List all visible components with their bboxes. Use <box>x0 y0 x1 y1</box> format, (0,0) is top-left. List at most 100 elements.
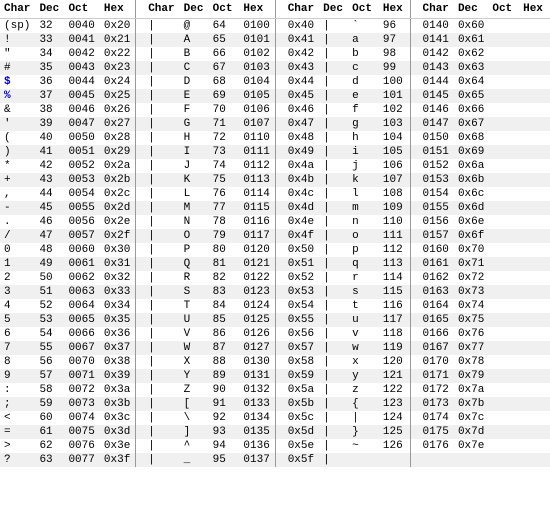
table-cell: F <box>180 103 209 117</box>
table-cell <box>519 103 550 117</box>
table-cell: 0045 <box>64 89 99 103</box>
table-cell: 0130 <box>239 355 275 369</box>
table-cell: | <box>144 397 179 411</box>
table-cell: 1 <box>0 257 35 271</box>
table-cell <box>136 229 145 243</box>
table-cell: | <box>144 411 179 425</box>
table-cell: | <box>144 89 179 103</box>
table-cell: 101 <box>379 89 410 103</box>
table-cell <box>519 439 550 453</box>
table-cell <box>410 159 419 173</box>
table-cell: > <box>0 439 35 453</box>
col-oct-4: Oct <box>488 0 519 19</box>
table-cell: 0145 <box>419 89 454 103</box>
table-cell: 95 <box>209 453 240 467</box>
table-cell: | <box>144 439 179 453</box>
table-cell: r <box>348 271 379 285</box>
table-cell: N <box>180 215 209 229</box>
table-cell: 0050 <box>64 131 99 145</box>
table-cell: 0104 <box>239 75 275 89</box>
table-cell: 58 <box>35 383 64 397</box>
table-cell: 0x7d <box>454 425 488 439</box>
table-cell: n <box>348 215 379 229</box>
table-cell: 45 <box>35 201 64 215</box>
table-cell: | <box>144 285 179 299</box>
table-cell: | <box>144 355 179 369</box>
col-hex-4: Hex <box>519 0 550 19</box>
table-cell: | <box>319 397 348 411</box>
table-cell <box>136 355 145 369</box>
table-cell: 0140 <box>419 19 454 34</box>
table-cell: 0117 <box>239 229 275 243</box>
table-row: )4100510x29|I7301110x49|i10501510x69 <box>0 145 550 159</box>
table-cell: 0x45 <box>284 89 319 103</box>
table-cell <box>488 159 519 173</box>
table-cell <box>488 89 519 103</box>
table-cell: | <box>144 75 179 89</box>
table-cell: & <box>0 103 35 117</box>
table-cell: 0142 <box>419 47 454 61</box>
table-cell: 0x32 <box>100 271 136 285</box>
table-cell: 0100 <box>239 19 275 34</box>
table-cell: | <box>144 425 179 439</box>
table-cell <box>410 131 419 145</box>
table-cell: 113 <box>379 257 410 271</box>
table-cell: 0111 <box>239 145 275 159</box>
table-cell: 0x4a <box>284 159 319 173</box>
table-cell: 61 <box>35 425 64 439</box>
table-cell: 68 <box>209 75 240 89</box>
table-cell: 0x28 <box>100 131 136 145</box>
table-cell: 0x23 <box>100 61 136 75</box>
table-cell: 0147 <box>419 117 454 131</box>
table-cell <box>519 327 550 341</box>
col-char-2: Char <box>144 0 179 19</box>
table-cell <box>275 285 284 299</box>
table-cell <box>488 257 519 271</box>
table-cell <box>136 75 145 89</box>
table-cell: | <box>144 33 179 47</box>
table-cell <box>410 313 419 327</box>
table-cell: R <box>180 271 209 285</box>
table-cell: , <box>0 187 35 201</box>
table-cell: | <box>319 47 348 61</box>
table-cell: 0110 <box>239 131 275 145</box>
col-char-3: Char <box>284 0 319 19</box>
table-cell: 104 <box>379 131 410 145</box>
table-cell: 0x3b <box>100 397 136 411</box>
table-cell <box>136 103 145 117</box>
table-row: 45200640x34|T8401240x54|t11601640x74 <box>0 299 550 313</box>
col-oct-3: Oct <box>348 0 379 19</box>
table-cell <box>519 19 550 34</box>
table-cell: " <box>0 47 35 61</box>
table-row: 65400660x36|V8601260x56|v11801660x76 <box>0 327 550 341</box>
col-oct-2: Oct <box>209 0 240 19</box>
table-cell <box>136 159 145 173</box>
table-cell: ? <box>0 453 35 467</box>
table-cell: { <box>348 397 379 411</box>
table-cell: 98 <box>379 47 410 61</box>
table-cell: ` <box>348 19 379 34</box>
table-cell: | <box>319 229 348 243</box>
table-row: 75500670x37|W8701270x57|w11901670x77 <box>0 341 550 355</box>
table-cell: 0105 <box>239 89 275 103</box>
table-cell: 0x3d <box>100 425 136 439</box>
col-dec-4: Dec <box>454 0 488 19</box>
table-cell <box>275 397 284 411</box>
table-cell <box>519 131 550 145</box>
table-cell: 9 <box>0 369 35 383</box>
table-row: 14900610x31|Q8101210x51|q11301610x71 <box>0 257 550 271</box>
table-cell <box>519 47 550 61</box>
table-cell: 48 <box>35 243 64 257</box>
table-cell: 0 <box>0 243 35 257</box>
table-cell: 90 <box>209 383 240 397</box>
table-row: $3600440x24|D6801040x44|d10001440x64 <box>0 75 550 89</box>
table-row: >6200760x3e|^9401360x5e|~12601760x7e <box>0 439 550 453</box>
table-cell <box>519 173 550 187</box>
table-cell: 0x4b <box>284 173 319 187</box>
table-cell: T <box>180 299 209 313</box>
table-cell <box>136 411 145 425</box>
table-cell: 0172 <box>419 383 454 397</box>
table-cell: Q <box>180 257 209 271</box>
table-cell: | <box>144 229 179 243</box>
table-cell: 106 <box>379 159 410 173</box>
